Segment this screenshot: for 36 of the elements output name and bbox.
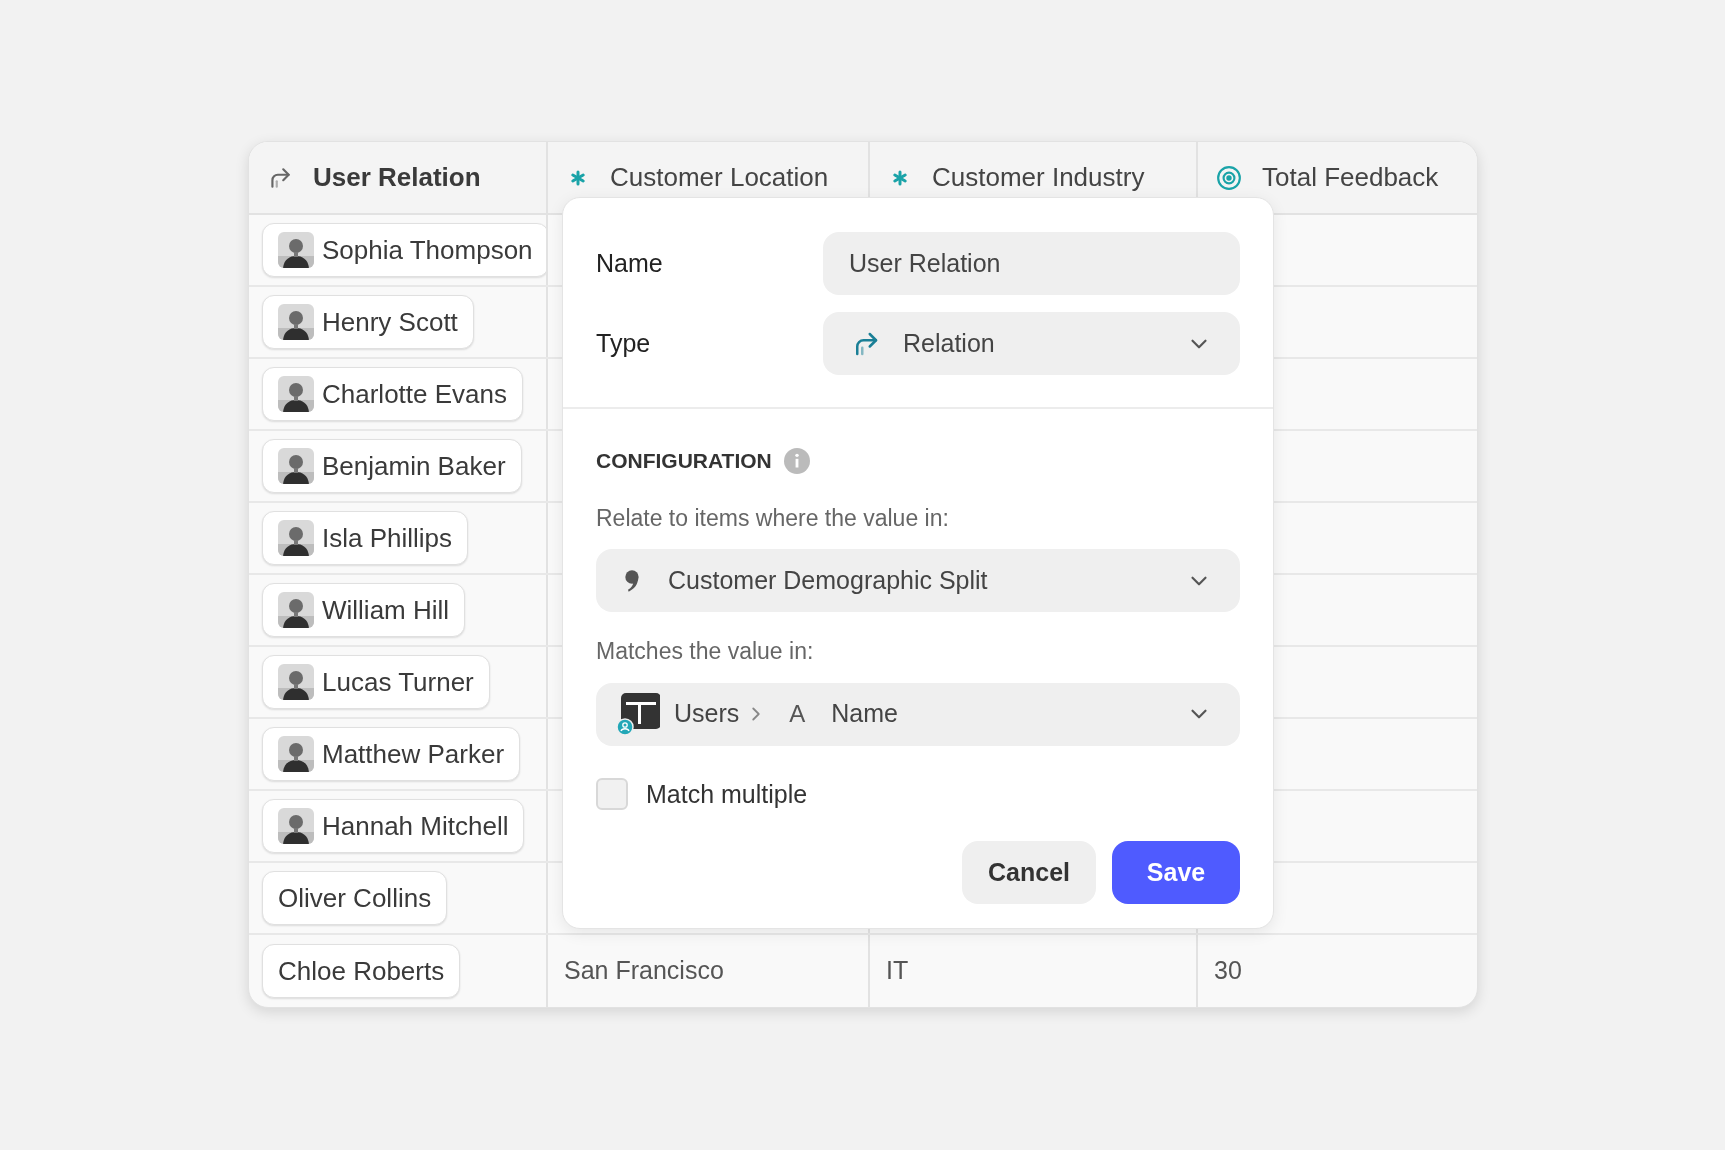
info-icon — [783, 447, 810, 474]
user-chip[interactable]: William Hill — [262, 583, 466, 637]
user-chip[interactable]: Sophia Thompson — [262, 223, 546, 277]
table-cell-text: IT — [886, 955, 909, 987]
table-cell-text: San Francisco — [564, 955, 724, 987]
matches-label: Matches the value in: — [596, 637, 815, 666]
user-table-icon — [616, 692, 660, 736]
column-header: User Relation — [313, 161, 481, 194]
type-dropdown[interactable]: Relation — [823, 312, 1240, 375]
user-chip[interactable]: Isla Phillips — [262, 511, 469, 565]
source-field-dropdown[interactable]: Customer Demographic Split — [596, 549, 1240, 612]
quote-icon — [624, 568, 640, 593]
user-chip[interactable]: Lucas Turner — [262, 655, 490, 709]
target-icon — [1216, 164, 1242, 191]
section-title: CONFIGURATION — [596, 448, 772, 474]
user-chip[interactable]: Charlotte Evans — [262, 367, 523, 421]
column-header: Customer Industry — [932, 161, 1145, 194]
cancel-button[interactable]: Cancel — [962, 841, 1096, 904]
save-button[interactable]: Save — [1112, 841, 1240, 904]
field-label: Type — [596, 327, 652, 359]
user-chip[interactable]: Chloe Roberts — [262, 944, 461, 998]
column-header: Customer Location — [610, 161, 829, 194]
user-chip[interactable]: Benjamin Baker — [262, 439, 522, 493]
checkbox-label: Match multiple — [646, 778, 808, 810]
relate-label: Relate to items where the value in: — [596, 503, 950, 533]
checkbox[interactable] — [596, 778, 628, 811]
field-label: Name — [596, 247, 664, 279]
user-chip[interactable]: Matthew Parker — [262, 727, 521, 781]
column-header: Total Feedback — [1262, 161, 1439, 194]
user-chip[interactable]: Oliver Collins — [262, 871, 448, 925]
name-field[interactable]: User Relation — [823, 232, 1240, 295]
user-chip[interactable]: Hannah Mitchell — [262, 799, 525, 853]
user-chip[interactable]: Henry Scott — [262, 295, 474, 349]
table-cell-text: 30 — [1214, 955, 1242, 987]
text-type-icon: A — [789, 696, 806, 732]
target-field-dropdown[interactable]: Users A Name — [596, 682, 1240, 746]
